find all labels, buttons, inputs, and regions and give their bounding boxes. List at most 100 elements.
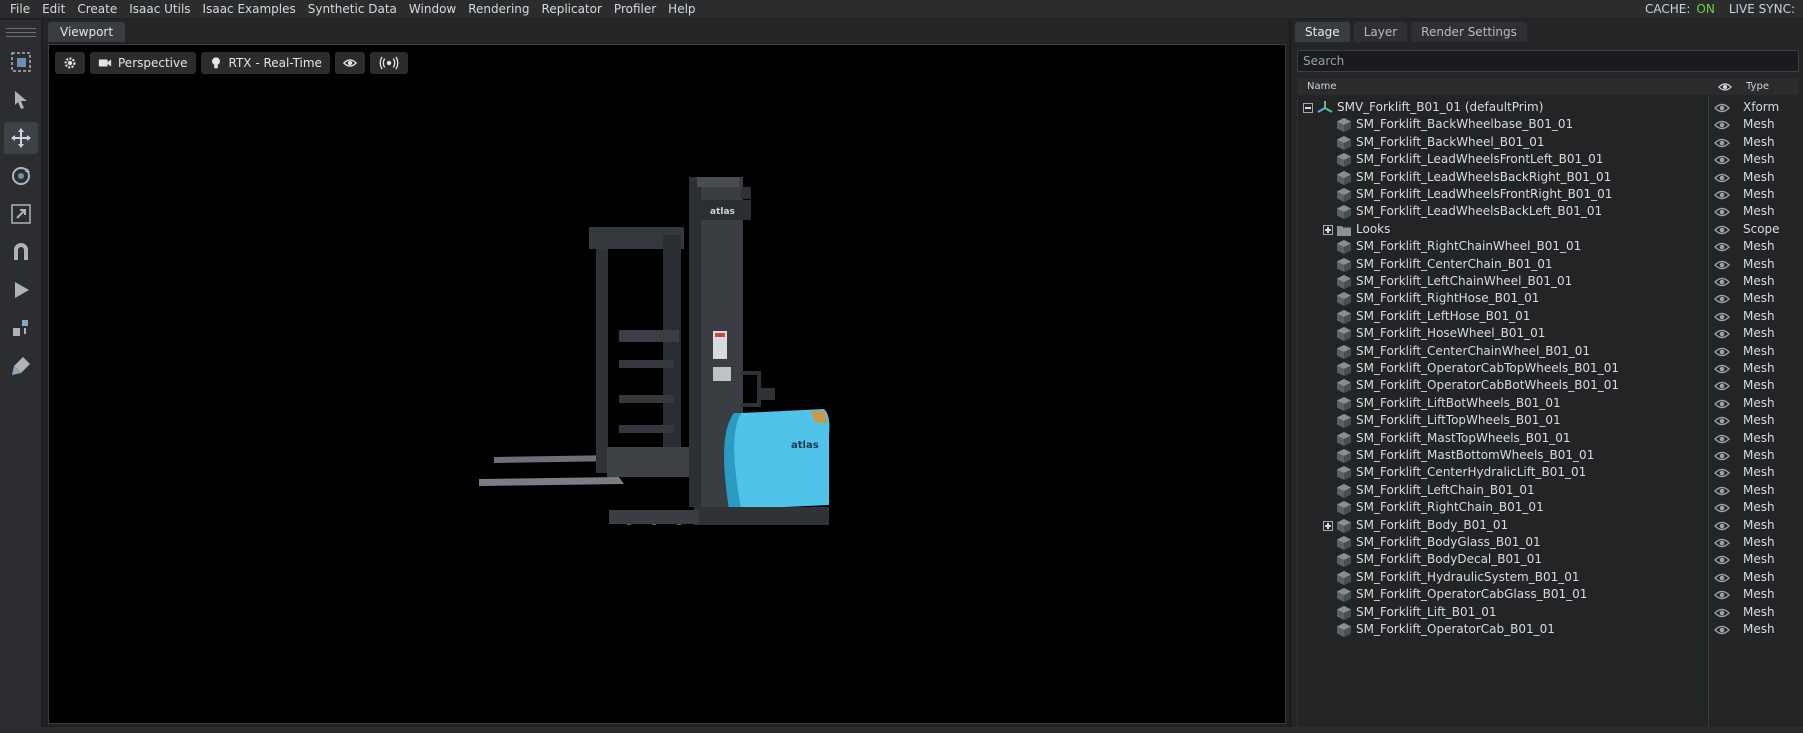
mesh-icon — [1336, 274, 1352, 290]
visibility-eye-icon[interactable] — [1714, 171, 1730, 185]
visibility-eye-icon[interactable] — [1714, 292, 1730, 306]
visibility-eye-icon[interactable] — [1714, 153, 1730, 167]
tree-row-type: Mesh — [1743, 604, 1775, 619]
visibility-eye-icon[interactable] — [1714, 205, 1730, 219]
select-icon[interactable] — [4, 84, 38, 116]
visibility-eye-icon[interactable] — [1714, 258, 1730, 272]
tree-row-type: Mesh — [1743, 430, 1775, 445]
play-icon[interactable] — [4, 274, 38, 306]
visibility-eye-icon[interactable] — [1714, 275, 1730, 289]
menu-profiler[interactable]: Profiler — [608, 0, 662, 18]
menu-isaac-examples[interactable]: Isaac Examples — [197, 0, 302, 18]
menu-isaac-utils[interactable]: Isaac Utils — [123, 0, 196, 18]
xform-icon — [1317, 100, 1333, 116]
visibility-eye-icon[interactable] — [1714, 310, 1730, 324]
bottom-panel-strip — [0, 727, 1803, 733]
tree-row-type: Mesh — [1743, 308, 1775, 323]
select-mode-icon[interactable] — [4, 46, 38, 78]
menu-replicator[interactable]: Replicator — [536, 0, 608, 18]
stage-tabs: Stage Layer Render Settings — [1295, 22, 1527, 42]
tree-row-type: Mesh — [1743, 535, 1775, 549]
render-mode-button[interactable]: RTX - Real-Time — [200, 52, 330, 74]
tree-row-label: SM_Forklift_CenterHydralicLift_B01_01 — [1356, 465, 1587, 480]
visibility-eye-icon[interactable] — [1714, 449, 1730, 463]
tree-row-label: SM_Forklift_OperatorCabGlass_B01_01 — [1356, 587, 1588, 602]
tree-row-label: SM_Forklift_Body_B01_01 — [1356, 517, 1509, 532]
visibility-eye-icon[interactable] — [1714, 379, 1730, 393]
mesh-icon — [1336, 239, 1352, 255]
visibility-eye-icon[interactable] — [1714, 588, 1730, 602]
collapse-icon[interactable] — [1303, 103, 1313, 113]
tab-render-settings[interactable]: Render Settings — [1411, 22, 1527, 42]
expand-icon[interactable] — [1323, 224, 1333, 235]
tree-row-type: Mesh — [1743, 256, 1775, 271]
live-sync-label[interactable]: LIVE SYNC: — [1729, 2, 1795, 16]
visibility-eye-icon[interactable] — [1714, 553, 1730, 567]
expand-icon[interactable] — [1323, 520, 1333, 531]
tab-viewport[interactable]: Viewport — [48, 22, 126, 42]
visibility-eye-icon[interactable] — [1714, 606, 1730, 620]
visibility-eye-icon[interactable] — [1714, 240, 1730, 254]
tab-layer[interactable]: Layer — [1353, 22, 1408, 42]
visibility-eye-icon[interactable] — [1714, 466, 1730, 480]
visibility-eye-icon[interactable] — [1714, 571, 1730, 585]
viewport[interactable]: Perspective RTX - Real-Time atlas atlas — [48, 44, 1286, 724]
paint-icon[interactable] — [4, 350, 38, 382]
broadcast-button[interactable] — [369, 52, 408, 74]
tab-stage[interactable]: Stage — [1295, 22, 1350, 42]
visibility-button[interactable] — [334, 52, 365, 74]
visibility-eye-icon[interactable] — [1714, 223, 1730, 237]
mesh-icon — [1336, 396, 1352, 412]
tree-row-label: SM_Forklift_LeftChain_B01_01 — [1356, 482, 1535, 497]
menu-window[interactable]: Window — [403, 0, 462, 18]
visibility-eye-icon[interactable] — [1714, 432, 1730, 446]
mesh-icon — [1336, 187, 1352, 203]
visibility-eye-icon[interactable] — [1714, 362, 1730, 376]
menu-rendering[interactable]: Rendering — [462, 0, 535, 18]
visibility-column-eye-icon[interactable] — [1718, 80, 1732, 94]
visibility-eye-icon[interactable] — [1714, 327, 1730, 341]
rotate-icon[interactable] — [4, 160, 38, 192]
menu-synthetic-data[interactable]: Synthetic Data — [302, 0, 403, 18]
physics-icon[interactable] — [4, 312, 38, 344]
mesh-icon — [1336, 431, 1352, 447]
mast-logo: atlas — [710, 207, 735, 217]
visibility-eye-icon[interactable] — [1714, 414, 1730, 428]
visibility-eye-icon[interactable] — [1714, 345, 1730, 359]
cache-status[interactable]: CACHE: ON — [1645, 2, 1715, 16]
mesh-icon — [1336, 518, 1352, 534]
visibility-eye-icon[interactable] — [1714, 519, 1730, 533]
tree-row-type: Mesh — [1743, 134, 1775, 149]
forklift-model[interactable]: atlas atlas — [479, 105, 899, 525]
column-name[interactable]: Name — [1307, 81, 1337, 92]
tree-header: Name Type — [1297, 79, 1799, 95]
stage-panel: Stage Layer Render Settings Search Name Ty… — [1290, 20, 1803, 733]
scale-icon[interactable] — [4, 198, 38, 230]
visibility-eye-icon[interactable] — [1714, 536, 1730, 550]
visibility-eye-icon[interactable] — [1714, 623, 1730, 637]
snap-icon[interactable] — [4, 236, 38, 268]
visibility-eye-icon[interactable] — [1714, 101, 1730, 115]
viewport-settings-button[interactable] — [55, 52, 85, 74]
tree-row[interactable]: SM_Forklift_OperatorCab_B01_01 Mesh — [1298, 620, 1799, 640]
visibility-eye-icon[interactable] — [1714, 188, 1730, 202]
search-input[interactable]: Search — [1297, 50, 1799, 72]
visibility-eye-icon[interactable] — [1714, 136, 1730, 150]
tree-row-label: SM_Forklift_RightChain_B01_01 — [1356, 500, 1544, 515]
tree-row-label: SM_Forklift_LeadWheelsFrontRight_B01_01 — [1356, 187, 1613, 201]
cache-label: CACHE: — [1644, 2, 1691, 16]
visibility-eye-icon[interactable] — [1714, 501, 1730, 515]
mesh-icon — [1336, 378, 1352, 394]
camera-button[interactable]: Perspective — [90, 52, 196, 74]
visibility-eye-icon[interactable] — [1714, 397, 1730, 411]
visibility-eye-icon[interactable] — [1714, 484, 1730, 498]
menu-file[interactable]: File — [4, 0, 36, 18]
visibility-eye-icon[interactable] — [1714, 118, 1730, 132]
menu-create[interactable]: Create — [71, 0, 123, 18]
menu-help[interactable]: Help — [662, 0, 701, 18]
menu-edit[interactable]: Edit — [36, 0, 71, 18]
column-type[interactable]: Type — [1746, 81, 1769, 92]
move-icon[interactable] — [4, 122, 38, 154]
toolbar-grip-icon[interactable] — [6, 28, 36, 38]
mesh-icon — [1336, 344, 1352, 360]
